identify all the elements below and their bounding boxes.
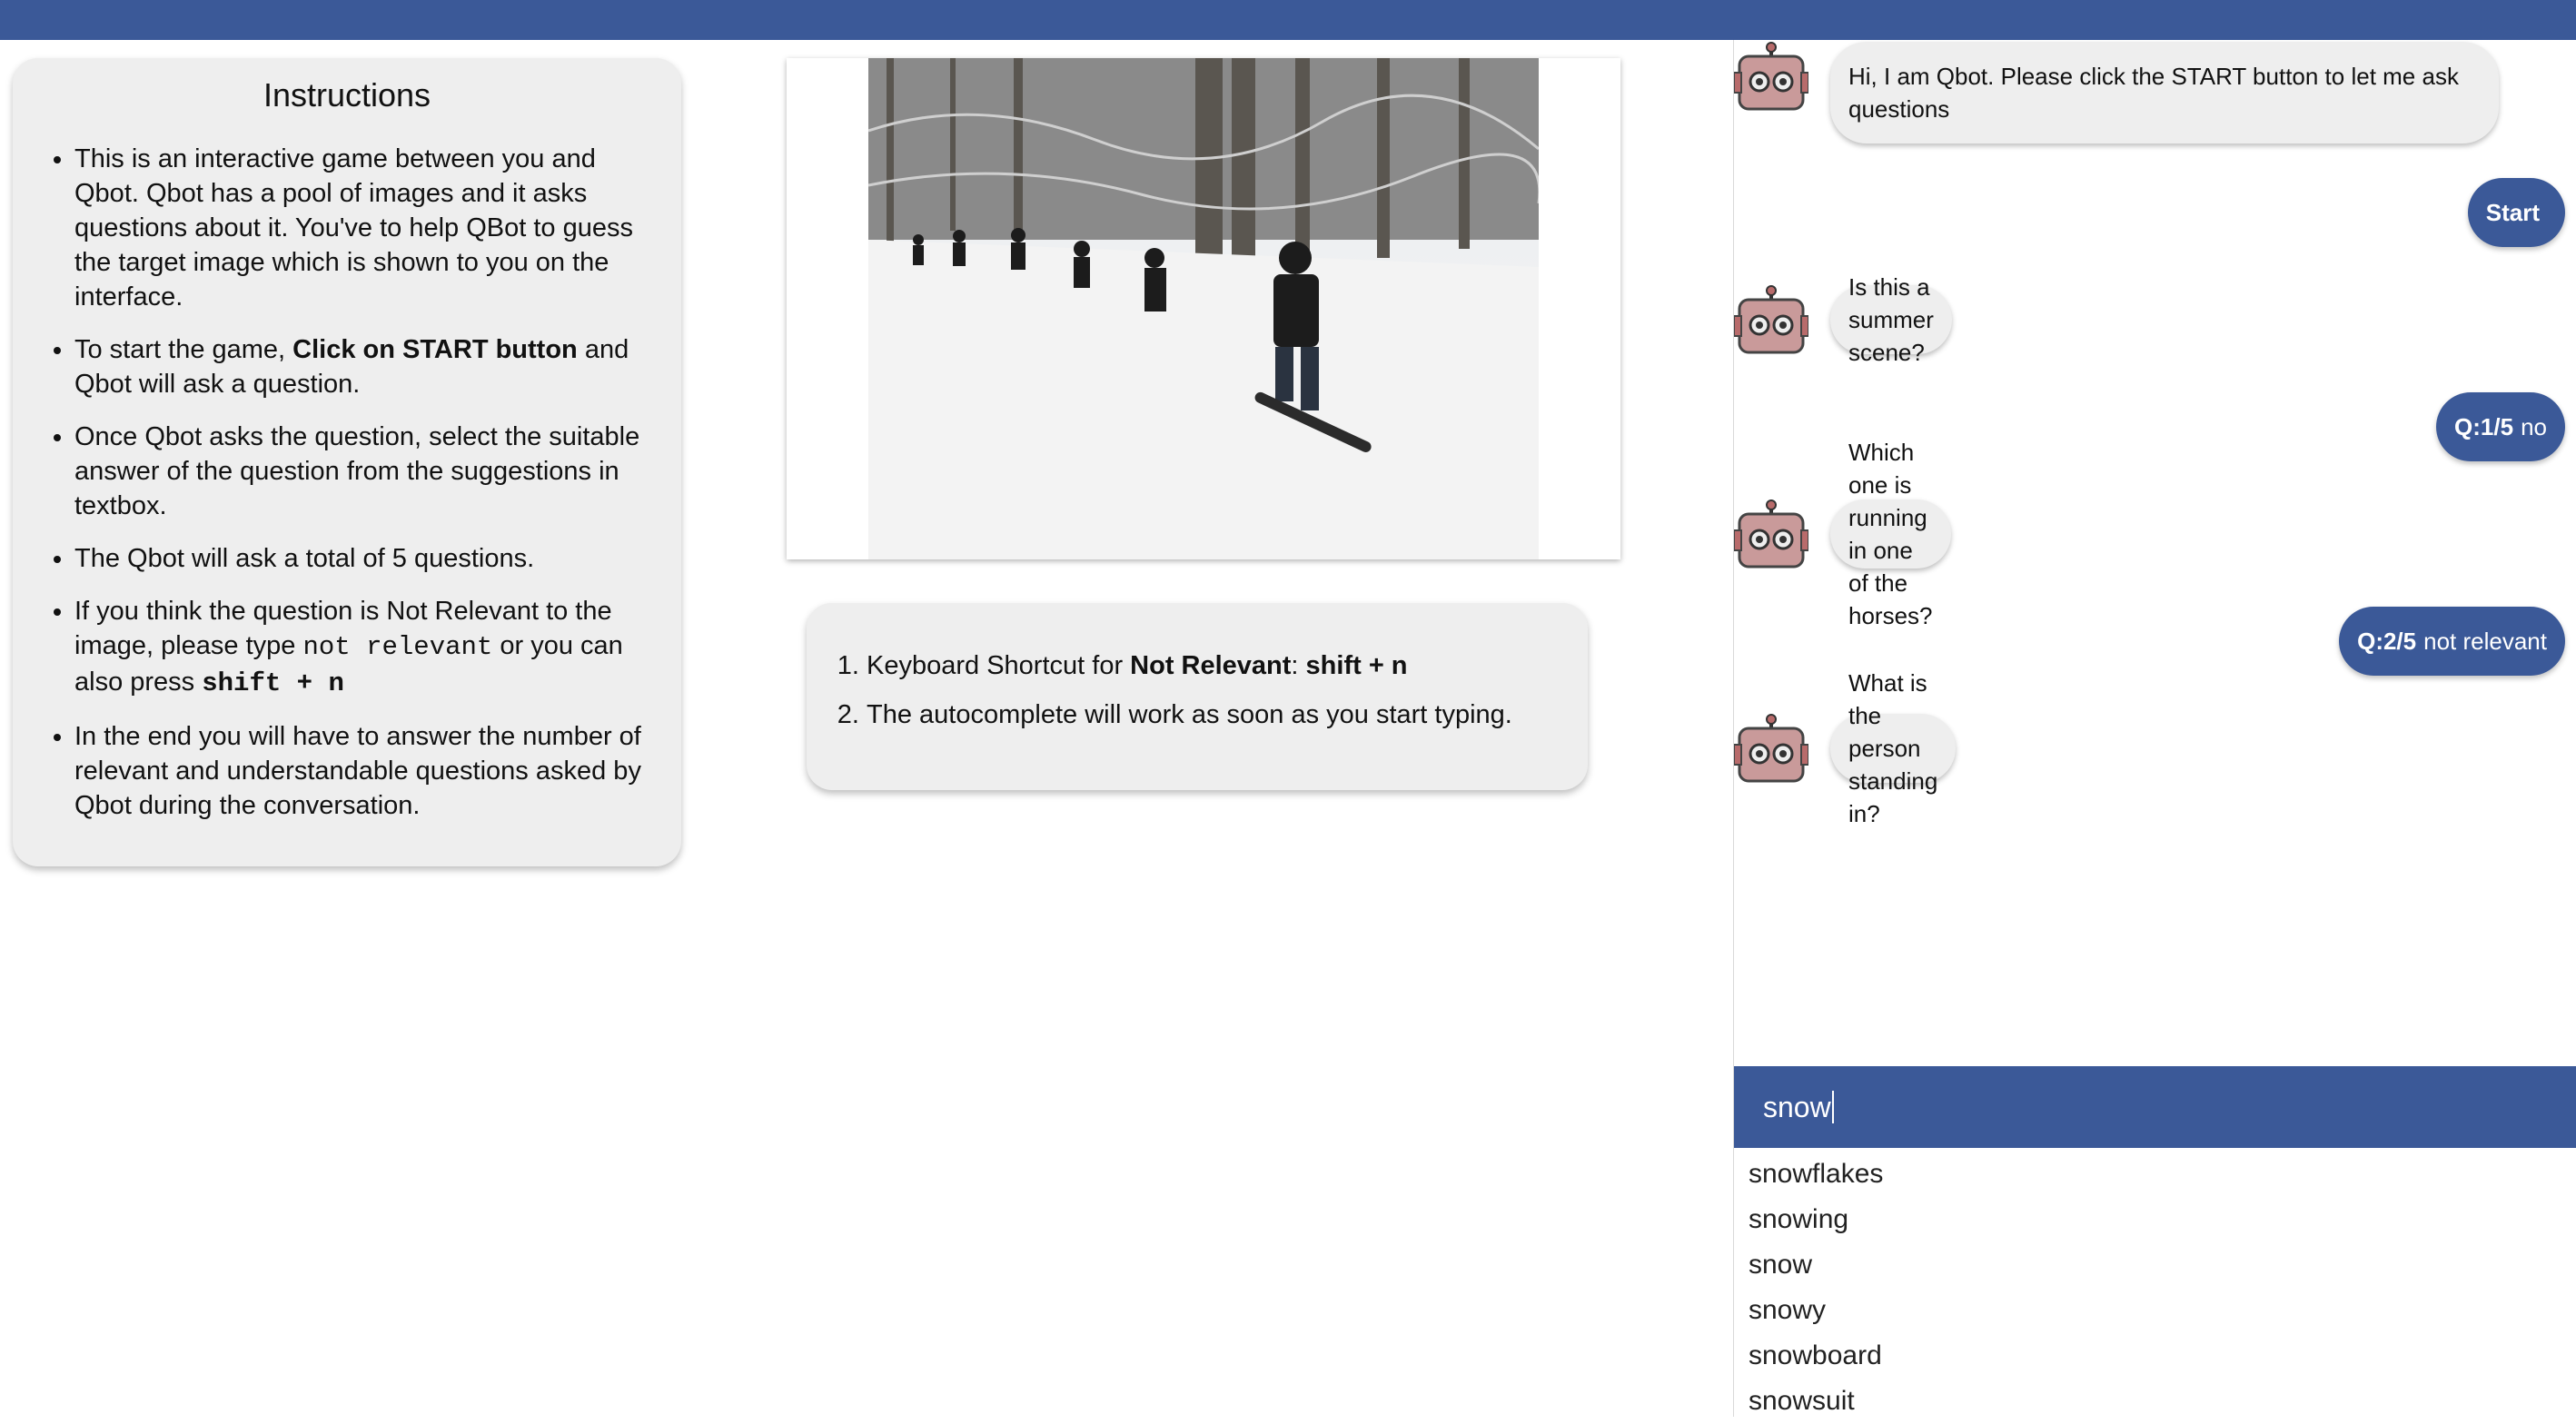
answer-input[interactable]: snow — [1734, 1066, 2576, 1148]
instruction-item: In the end you will have to answer the n… — [74, 719, 649, 823]
robot-avatar-icon — [1733, 499, 1809, 574]
instruction-item: This is an interactive game between you … — [74, 142, 649, 314]
bot-message: What is the person standing in? — [1830, 669, 1957, 827]
target-image — [868, 58, 1539, 559]
tips-card: Keyboard Shortcut for Not Relevant: shif… — [807, 603, 1588, 790]
instruction-item: Once Qbot asks the question, select the … — [74, 420, 649, 523]
suggestion-item[interactable]: snowsuit — [1734, 1379, 2576, 1424]
suggestion-item[interactable]: snowboard — [1734, 1333, 2576, 1379]
bot-message: Is this a summer scene? — [1830, 273, 1952, 366]
answer-input-value: snow — [1763, 1090, 1831, 1123]
instruction-item: If you think the question is Not Relevan… — [74, 594, 649, 701]
suggestion-item[interactable]: snowflakes — [1734, 1152, 2576, 1197]
instructions-list: This is an interactive game between you … — [45, 142, 649, 823]
suggestion-item[interactable]: snowing — [1734, 1197, 2576, 1242]
tip-item: The autocomplete will work as soon as yo… — [867, 697, 1570, 732]
suggestion-item[interactable]: snow — [1734, 1242, 2576, 1288]
robot-avatar-icon — [1733, 285, 1809, 360]
bot-message: Which one is running in one of the horse… — [1830, 439, 1951, 629]
tip-item: Keyboard Shortcut for Not Relevant: shif… — [867, 648, 1570, 683]
instruction-item: To start the game, Click on START button… — [74, 332, 649, 401]
instruction-item: The Qbot will ask a total of 5 questions… — [74, 541, 649, 576]
chat-panel: Hi, I am Qbot. Please click the START bu… — [1733, 40, 2576, 1417]
user-message: Q:1/5 no — [2436, 392, 2565, 461]
robot-avatar-icon — [1733, 42, 1809, 116]
text-caret — [1831, 1091, 1834, 1123]
instructions-title: Instructions — [263, 76, 431, 114]
suggestion-item[interactable]: snowy — [1734, 1288, 2576, 1333]
instructions-card: Instructions This is an interactive game… — [13, 58, 681, 866]
target-image-frame — [787, 58, 1620, 559]
tips-list: Keyboard Shortcut for Not Relevant: shif… — [867, 648, 1570, 732]
bot-message: Hi, I am Qbot. Please click the START bu… — [1830, 42, 2499, 143]
top-bar — [0, 0, 2576, 40]
user-message: Q:2/5 not relevant — [2339, 607, 2565, 676]
robot-avatar-icon — [1733, 714, 1809, 788]
autocomplete-list: snowflakes snowing snow snowy snowboard … — [1734, 1152, 2576, 1424]
start-button[interactable]: Start — [2467, 178, 2565, 247]
